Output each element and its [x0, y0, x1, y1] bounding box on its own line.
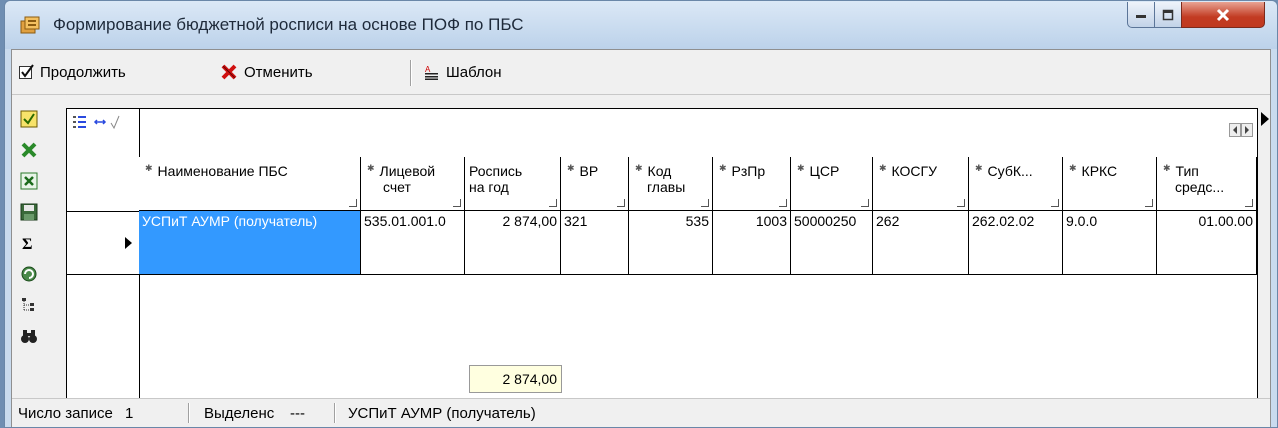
checklist-icon[interactable]: [20, 110, 38, 128]
column-filter-icon[interactable]: [1145, 199, 1153, 207]
toolbar: Продолжить Отменить A Шаблон: [12, 50, 1270, 95]
grid-options-icons[interactable]: [71, 113, 131, 133]
table-cell[interactable]: 535: [629, 211, 713, 275]
column-filter-icon[interactable]: [617, 199, 625, 207]
checkbox-check-icon: [19, 64, 34, 79]
column-header-krks[interactable]: ✱ КРКС: [1063, 157, 1157, 211]
toolbar-separator: [410, 60, 412, 86]
minimize-icon: [1136, 14, 1146, 18]
records-count-label: Число записе: [18, 405, 113, 422]
group-panel: [139, 109, 1257, 158]
cancel-button[interactable]: Отменить: [220, 58, 313, 86]
table-cell[interactable]: 2 874,00: [465, 211, 561, 275]
continue-button[interactable]: Продолжить: [18, 58, 126, 86]
window-title: Формирование бюджетной росписи на основе…: [53, 15, 524, 34]
column-header-subkosgu[interactable]: ✱ СубК...: [969, 157, 1063, 211]
current-row-arrow-icon: [125, 237, 132, 249]
continue-label: Продолжить: [40, 63, 126, 81]
column-filter-icon[interactable]: [957, 199, 965, 207]
save-icon[interactable]: [20, 203, 38, 221]
app-icon: [20, 16, 40, 34]
column-header-chapter-code[interactable]: ✱ Код главы: [629, 157, 713, 211]
close-icon: [1216, 8, 1230, 21]
tree-icon[interactable]: [20, 296, 38, 314]
table-cell[interactable]: 321: [561, 211, 629, 275]
selected-label: Выделенс: [204, 405, 275, 422]
status-separator: [188, 403, 190, 423]
status-bar: Число записе 1 Выделенс --- УСПиТ АУМР (…: [12, 398, 1270, 427]
table-cell[interactable]: УСПиТ АУМР (получатель): [139, 211, 361, 275]
column-filter-icon[interactable]: [1245, 199, 1253, 207]
columns-chooser-icon: [73, 116, 86, 128]
column-filter-icon[interactable]: [779, 199, 787, 207]
excel-export-icon[interactable]: [20, 141, 38, 159]
minimize-button[interactable]: [1127, 2, 1155, 28]
table-cell[interactable]: 01.00.00: [1157, 211, 1257, 275]
column-header-rzpr[interactable]: ✱ РзПр: [713, 157, 791, 211]
column-header-account[interactable]: ✱ Лицевой счет: [361, 157, 465, 211]
table-cell[interactable]: 262.02.02: [969, 211, 1063, 275]
selected-value: ---: [290, 405, 305, 422]
table-cell[interactable]: 1003: [713, 211, 791, 275]
column-filter-icon[interactable]: [1051, 199, 1059, 207]
title-bar[interactable]: Формирование бюджетной росписи на основе…: [5, 1, 1277, 49]
template-button[interactable]: A Шаблон: [424, 58, 502, 86]
panel-expand-arrow-icon[interactable]: [1259, 111, 1271, 127]
column-filter-icon[interactable]: [701, 199, 709, 207]
red-x-icon: [221, 64, 237, 80]
excel-sheet-icon[interactable]: [20, 172, 38, 190]
sum-icon[interactable]: Σ: [20, 234, 38, 253]
client-area: Продолжить Отменить A Шаблон Σ ✱ Наимено…: [11, 49, 1271, 427]
column-header-vr[interactable]: ✱ ВР: [561, 157, 629, 211]
column-header-funds-type[interactable]: ✱ Тип средс...: [1157, 157, 1257, 211]
table-cell[interactable]: 50000250: [791, 211, 873, 275]
column-filter-icon[interactable]: [861, 199, 869, 207]
current-record-name: УСПиТ АУМР (получатель): [348, 405, 536, 422]
grid-corner: [67, 109, 139, 157]
records-count-value: 1: [125, 405, 134, 422]
status-separator: [334, 403, 336, 423]
close-button[interactable]: [1181, 2, 1265, 28]
maximize-icon: [1162, 9, 1174, 20]
row-indicator-column: [67, 109, 140, 407]
horizontal-scroll-buttons[interactable]: [1229, 123, 1253, 137]
table-cell[interactable]: 9.0.0: [1063, 211, 1157, 275]
column-header-annual-schedule[interactable]: Роспись на год: [465, 157, 561, 211]
column-filter-icon[interactable]: [549, 199, 557, 207]
refresh-icon[interactable]: [20, 265, 38, 283]
column-filter-icon[interactable]: [349, 199, 357, 207]
binoculars-icon[interactable]: [20, 327, 38, 345]
table-cell[interactable]: 262: [873, 211, 969, 275]
column-header-csr[interactable]: ✱ ЦСР: [791, 157, 873, 211]
maximize-button[interactable]: [1154, 2, 1182, 28]
window: Формирование бюджетной росписи на основе…: [4, 0, 1278, 428]
template-label: Шаблон: [446, 63, 502, 81]
total-cell: 2 874,00: [469, 365, 562, 393]
svg-text:A: A: [425, 65, 431, 74]
template-icon: A: [425, 65, 438, 80]
column-header-kosgu[interactable]: ✱ КОСГУ: [873, 157, 969, 211]
column-header-pbs-name[interactable]: ✱ Наименование ПБС: [139, 157, 361, 211]
table-cell[interactable]: 535.01.001.0: [361, 211, 465, 275]
data-grid[interactable]: ✱ Наименование ПБС ✱ Лицевой счет Роспись на…: [66, 108, 1258, 408]
resize-columns-icon: [93, 119, 107, 125]
column-filter-icon[interactable]: [453, 199, 461, 207]
side-toolbar: Σ: [16, 110, 40, 358]
cancel-label: Отменить: [244, 63, 313, 81]
svg-text:Σ: Σ: [22, 236, 32, 252]
